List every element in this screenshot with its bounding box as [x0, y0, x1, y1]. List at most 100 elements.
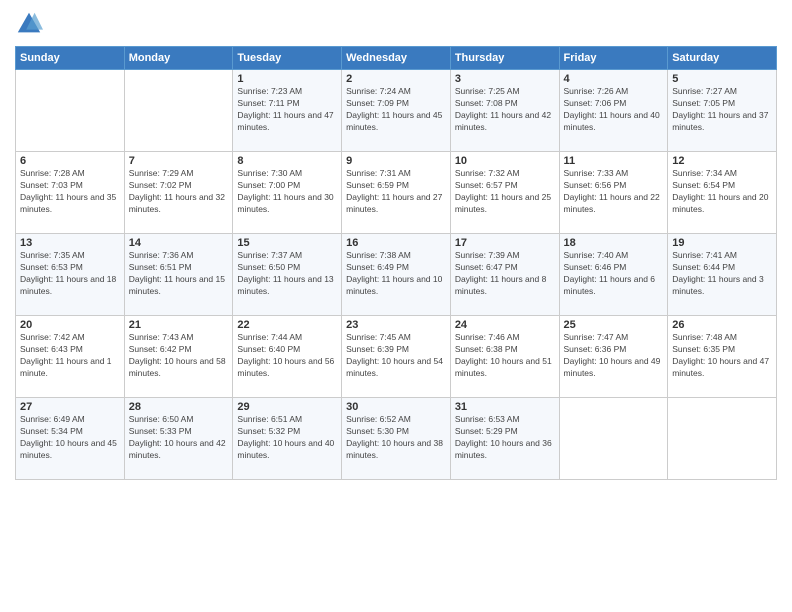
calendar-cell: 8Sunrise: 7:30 AMSunset: 7:00 PMDaylight… — [233, 152, 342, 234]
day-number: 10 — [455, 155, 555, 167]
calendar-cell: 5Sunrise: 7:27 AMSunset: 7:05 PMDaylight… — [668, 70, 777, 152]
calendar-cell: 1Sunrise: 7:23 AMSunset: 7:11 PMDaylight… — [233, 70, 342, 152]
day-info: Sunrise: 6:49 AMSunset: 5:34 PMDaylight:… — [20, 414, 120, 462]
day-number: 17 — [455, 237, 555, 249]
calendar-cell: 30Sunrise: 6:52 AMSunset: 5:30 PMDayligh… — [342, 398, 451, 480]
calendar-cell: 18Sunrise: 7:40 AMSunset: 6:46 PMDayligh… — [559, 234, 668, 316]
calendar-week-row: 27Sunrise: 6:49 AMSunset: 5:34 PMDayligh… — [16, 398, 777, 480]
day-info: Sunrise: 7:33 AMSunset: 6:56 PMDaylight:… — [564, 168, 664, 216]
day-number: 8 — [237, 155, 337, 167]
calendar-cell: 29Sunrise: 6:51 AMSunset: 5:32 PMDayligh… — [233, 398, 342, 480]
calendar-cell: 16Sunrise: 7:38 AMSunset: 6:49 PMDayligh… — [342, 234, 451, 316]
day-info: Sunrise: 7:25 AMSunset: 7:08 PMDaylight:… — [455, 86, 555, 134]
calendar-cell: 11Sunrise: 7:33 AMSunset: 6:56 PMDayligh… — [559, 152, 668, 234]
calendar-cell — [16, 70, 125, 152]
day-number: 2 — [346, 73, 446, 85]
calendar-cell — [668, 398, 777, 480]
day-number: 13 — [20, 237, 120, 249]
calendar-header-row: SundayMondayTuesdayWednesdayThursdayFrid… — [16, 47, 777, 70]
weekday-header-friday: Friday — [559, 47, 668, 70]
day-info: Sunrise: 7:45 AMSunset: 6:39 PMDaylight:… — [346, 332, 446, 380]
day-number: 24 — [455, 319, 555, 331]
day-number: 18 — [564, 237, 664, 249]
day-number: 19 — [672, 237, 772, 249]
day-number: 5 — [672, 73, 772, 85]
day-number: 30 — [346, 401, 446, 413]
weekday-header-saturday: Saturday — [668, 47, 777, 70]
day-number: 23 — [346, 319, 446, 331]
calendar-week-row: 20Sunrise: 7:42 AMSunset: 6:43 PMDayligh… — [16, 316, 777, 398]
calendar-cell: 28Sunrise: 6:50 AMSunset: 5:33 PMDayligh… — [124, 398, 233, 480]
day-number: 11 — [564, 155, 664, 167]
day-info: Sunrise: 7:40 AMSunset: 6:46 PMDaylight:… — [564, 250, 664, 298]
day-number: 22 — [237, 319, 337, 331]
day-number: 1 — [237, 73, 337, 85]
calendar-cell: 23Sunrise: 7:45 AMSunset: 6:39 PMDayligh… — [342, 316, 451, 398]
calendar-cell: 3Sunrise: 7:25 AMSunset: 7:08 PMDaylight… — [450, 70, 559, 152]
calendar-cell: 21Sunrise: 7:43 AMSunset: 6:42 PMDayligh… — [124, 316, 233, 398]
day-info: Sunrise: 6:52 AMSunset: 5:30 PMDaylight:… — [346, 414, 446, 462]
calendar-cell: 2Sunrise: 7:24 AMSunset: 7:09 PMDaylight… — [342, 70, 451, 152]
weekday-header-monday: Monday — [124, 47, 233, 70]
day-info: Sunrise: 7:36 AMSunset: 6:51 PMDaylight:… — [129, 250, 229, 298]
day-number: 15 — [237, 237, 337, 249]
calendar-cell: 12Sunrise: 7:34 AMSunset: 6:54 PMDayligh… — [668, 152, 777, 234]
day-info: Sunrise: 7:38 AMSunset: 6:49 PMDaylight:… — [346, 250, 446, 298]
day-info: Sunrise: 7:28 AMSunset: 7:03 PMDaylight:… — [20, 168, 120, 216]
day-number: 6 — [20, 155, 120, 167]
day-info: Sunrise: 7:46 AMSunset: 6:38 PMDaylight:… — [455, 332, 555, 380]
day-number: 9 — [346, 155, 446, 167]
logo — [15, 10, 47, 38]
calendar-cell: 7Sunrise: 7:29 AMSunset: 7:02 PMDaylight… — [124, 152, 233, 234]
calendar-cell: 10Sunrise: 7:32 AMSunset: 6:57 PMDayligh… — [450, 152, 559, 234]
day-number: 25 — [564, 319, 664, 331]
day-number: 27 — [20, 401, 120, 413]
day-info: Sunrise: 7:39 AMSunset: 6:47 PMDaylight:… — [455, 250, 555, 298]
day-info: Sunrise: 7:32 AMSunset: 6:57 PMDaylight:… — [455, 168, 555, 216]
day-info: Sunrise: 7:43 AMSunset: 6:42 PMDaylight:… — [129, 332, 229, 380]
weekday-header-tuesday: Tuesday — [233, 47, 342, 70]
calendar-cell: 31Sunrise: 6:53 AMSunset: 5:29 PMDayligh… — [450, 398, 559, 480]
day-info: Sunrise: 7:27 AMSunset: 7:05 PMDaylight:… — [672, 86, 772, 134]
day-info: Sunrise: 6:51 AMSunset: 5:32 PMDaylight:… — [237, 414, 337, 462]
day-number: 7 — [129, 155, 229, 167]
weekday-header-sunday: Sunday — [16, 47, 125, 70]
calendar-cell: 25Sunrise: 7:47 AMSunset: 6:36 PMDayligh… — [559, 316, 668, 398]
day-info: Sunrise: 7:30 AMSunset: 7:00 PMDaylight:… — [237, 168, 337, 216]
calendar-table: SundayMondayTuesdayWednesdayThursdayFrid… — [15, 46, 777, 480]
day-info: Sunrise: 7:47 AMSunset: 6:36 PMDaylight:… — [564, 332, 664, 380]
day-number: 29 — [237, 401, 337, 413]
calendar-cell: 14Sunrise: 7:36 AMSunset: 6:51 PMDayligh… — [124, 234, 233, 316]
calendar-week-row: 1Sunrise: 7:23 AMSunset: 7:11 PMDaylight… — [16, 70, 777, 152]
calendar-cell: 26Sunrise: 7:48 AMSunset: 6:35 PMDayligh… — [668, 316, 777, 398]
calendar-cell: 6Sunrise: 7:28 AMSunset: 7:03 PMDaylight… — [16, 152, 125, 234]
day-number: 16 — [346, 237, 446, 249]
calendar-cell: 4Sunrise: 7:26 AMSunset: 7:06 PMDaylight… — [559, 70, 668, 152]
day-info: Sunrise: 7:29 AMSunset: 7:02 PMDaylight:… — [129, 168, 229, 216]
calendar-cell: 22Sunrise: 7:44 AMSunset: 6:40 PMDayligh… — [233, 316, 342, 398]
day-info: Sunrise: 7:41 AMSunset: 6:44 PMDaylight:… — [672, 250, 772, 298]
day-number: 12 — [672, 155, 772, 167]
day-info: Sunrise: 7:35 AMSunset: 6:53 PMDaylight:… — [20, 250, 120, 298]
day-info: Sunrise: 7:48 AMSunset: 6:35 PMDaylight:… — [672, 332, 772, 380]
calendar-cell: 19Sunrise: 7:41 AMSunset: 6:44 PMDayligh… — [668, 234, 777, 316]
page: SundayMondayTuesdayWednesdayThursdayFrid… — [0, 0, 792, 612]
calendar-cell — [559, 398, 668, 480]
day-info: Sunrise: 6:50 AMSunset: 5:33 PMDaylight:… — [129, 414, 229, 462]
calendar-cell — [124, 70, 233, 152]
calendar-cell: 17Sunrise: 7:39 AMSunset: 6:47 PMDayligh… — [450, 234, 559, 316]
day-number: 4 — [564, 73, 664, 85]
day-number: 28 — [129, 401, 229, 413]
day-info: Sunrise: 6:53 AMSunset: 5:29 PMDaylight:… — [455, 414, 555, 462]
calendar-cell: 13Sunrise: 7:35 AMSunset: 6:53 PMDayligh… — [16, 234, 125, 316]
day-number: 21 — [129, 319, 229, 331]
calendar-week-row: 13Sunrise: 7:35 AMSunset: 6:53 PMDayligh… — [16, 234, 777, 316]
calendar-cell: 20Sunrise: 7:42 AMSunset: 6:43 PMDayligh… — [16, 316, 125, 398]
header — [15, 10, 777, 38]
calendar-cell: 27Sunrise: 6:49 AMSunset: 5:34 PMDayligh… — [16, 398, 125, 480]
day-info: Sunrise: 7:23 AMSunset: 7:11 PMDaylight:… — [237, 86, 337, 134]
day-number: 20 — [20, 319, 120, 331]
calendar-week-row: 6Sunrise: 7:28 AMSunset: 7:03 PMDaylight… — [16, 152, 777, 234]
day-info: Sunrise: 7:42 AMSunset: 6:43 PMDaylight:… — [20, 332, 120, 380]
day-info: Sunrise: 7:44 AMSunset: 6:40 PMDaylight:… — [237, 332, 337, 380]
